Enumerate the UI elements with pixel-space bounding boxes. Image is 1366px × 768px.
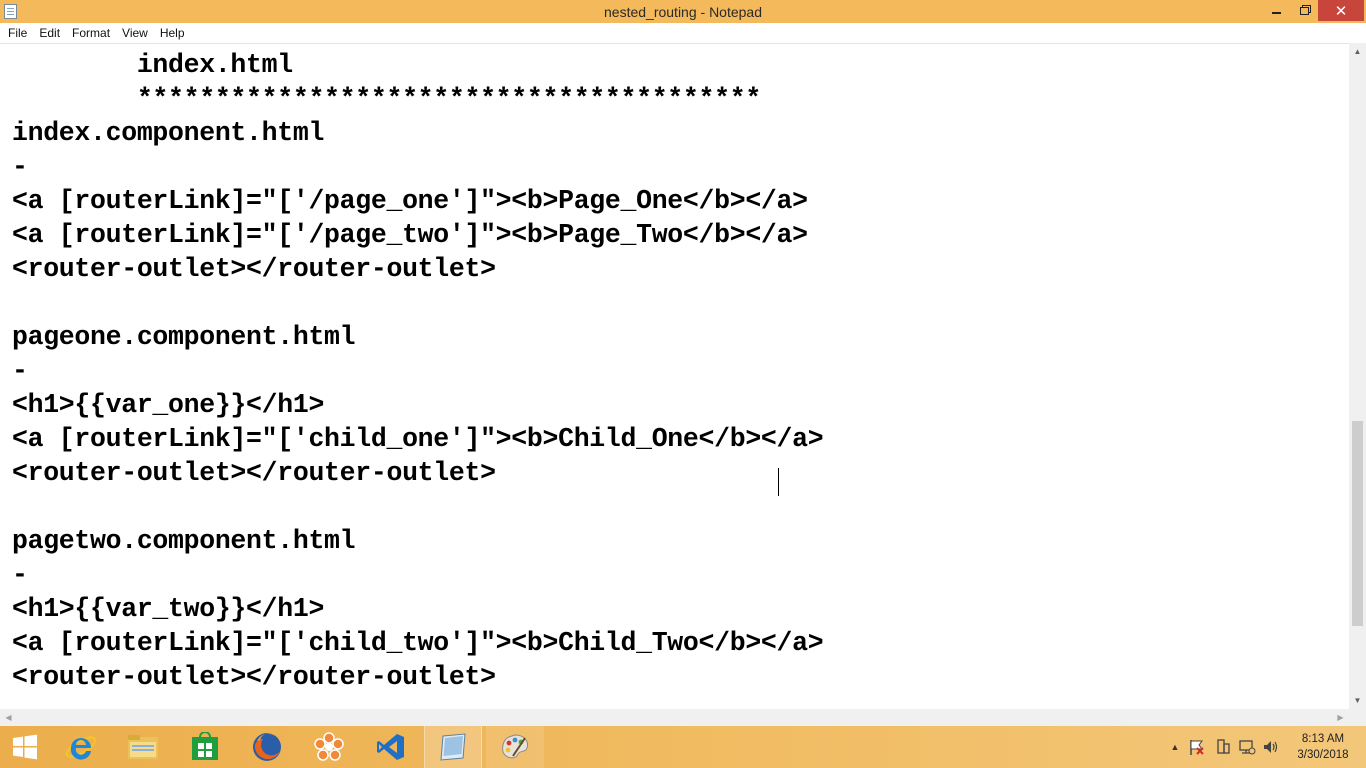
taskbar-notepad[interactable] bbox=[424, 726, 482, 768]
menu-help[interactable]: Help bbox=[154, 23, 191, 43]
title-bar[interactable]: nested_routing - Notepad ✕ bbox=[0, 0, 1366, 23]
window-title: nested_routing - Notepad bbox=[604, 4, 762, 20]
taskbar: ▲ 8:13 AM 3/30/2018 bbox=[0, 726, 1366, 768]
taskbar-internet-explorer[interactable] bbox=[52, 726, 110, 768]
taskbar-store[interactable] bbox=[176, 726, 234, 768]
close-icon: ✕ bbox=[1334, 2, 1348, 20]
vertical-scrollbar[interactable]: ▲ ▼ bbox=[1349, 43, 1366, 709]
start-button[interactable] bbox=[0, 726, 50, 768]
notepad-icon bbox=[440, 733, 466, 761]
menu-format[interactable]: Format bbox=[66, 23, 116, 43]
scroll-right-arrow-icon[interactable]: ▶ bbox=[1332, 709, 1349, 726]
show-hidden-icons-button[interactable]: ▲ bbox=[1168, 726, 1182, 768]
speaker-icon bbox=[1264, 741, 1278, 753]
close-button[interactable]: ✕ bbox=[1318, 0, 1364, 21]
clock-time: 8:13 AM bbox=[1301, 733, 1345, 745]
folder-icon bbox=[128, 735, 158, 759]
scroll-down-arrow-icon[interactable]: ▼ bbox=[1349, 692, 1366, 709]
taskbar-flower-app[interactable] bbox=[300, 726, 358, 768]
menu-view[interactable]: View bbox=[116, 23, 154, 43]
tray-app-button[interactable] bbox=[1212, 726, 1234, 768]
taskbar-clock[interactable]: 8:13 AM 3/30/2018 bbox=[1290, 731, 1356, 763]
clock-date: 3/30/2018 bbox=[1297, 749, 1349, 761]
text-caret bbox=[778, 468, 779, 496]
minimize-icon bbox=[1271, 12, 1281, 14]
action-center-button[interactable] bbox=[1186, 726, 1208, 768]
volume-button[interactable] bbox=[1260, 726, 1282, 768]
taskbar-file-explorer[interactable] bbox=[114, 726, 172, 768]
taskbar-paint[interactable] bbox=[486, 726, 544, 768]
internet-explorer-icon bbox=[65, 736, 97, 760]
minimize-button[interactable] bbox=[1262, 0, 1290, 21]
network-button[interactable] bbox=[1236, 726, 1258, 768]
scroll-up-arrow-icon[interactable]: ▲ bbox=[1349, 43, 1366, 60]
firefox-icon bbox=[253, 733, 281, 761]
menu-bar: File Edit Format View Help bbox=[0, 23, 1366, 43]
horizontal-scrollbar[interactable]: ◀ ▶ bbox=[0, 709, 1349, 726]
paint-palette-icon bbox=[502, 734, 528, 759]
editor-content[interactable]: index.html *****************************… bbox=[12, 48, 824, 694]
restore-icon bbox=[1299, 6, 1309, 15]
menu-file[interactable]: File bbox=[2, 23, 33, 43]
text-editor[interactable]: index.html *****************************… bbox=[0, 43, 1349, 709]
action-center-flag-icon bbox=[1190, 740, 1204, 755]
network-icon bbox=[1239, 740, 1256, 755]
store-icon bbox=[192, 732, 218, 760]
restore-button[interactable] bbox=[1290, 0, 1318, 21]
chevron-up-icon: ▲ bbox=[1170, 742, 1180, 752]
windows-logo-icon bbox=[13, 734, 37, 760]
scroll-left-arrow-icon[interactable]: ◀ bbox=[0, 709, 17, 726]
taskbar-firefox[interactable] bbox=[238, 726, 296, 768]
taskbar-vs-code[interactable] bbox=[362, 726, 420, 768]
flower-icon bbox=[314, 732, 344, 761]
vscode-icon bbox=[377, 734, 404, 760]
tray-device-icon bbox=[1217, 739, 1230, 754]
vertical-scroll-thumb[interactable] bbox=[1352, 421, 1363, 626]
menu-edit[interactable]: Edit bbox=[33, 23, 66, 43]
scrollbar-corner bbox=[1349, 709, 1366, 726]
